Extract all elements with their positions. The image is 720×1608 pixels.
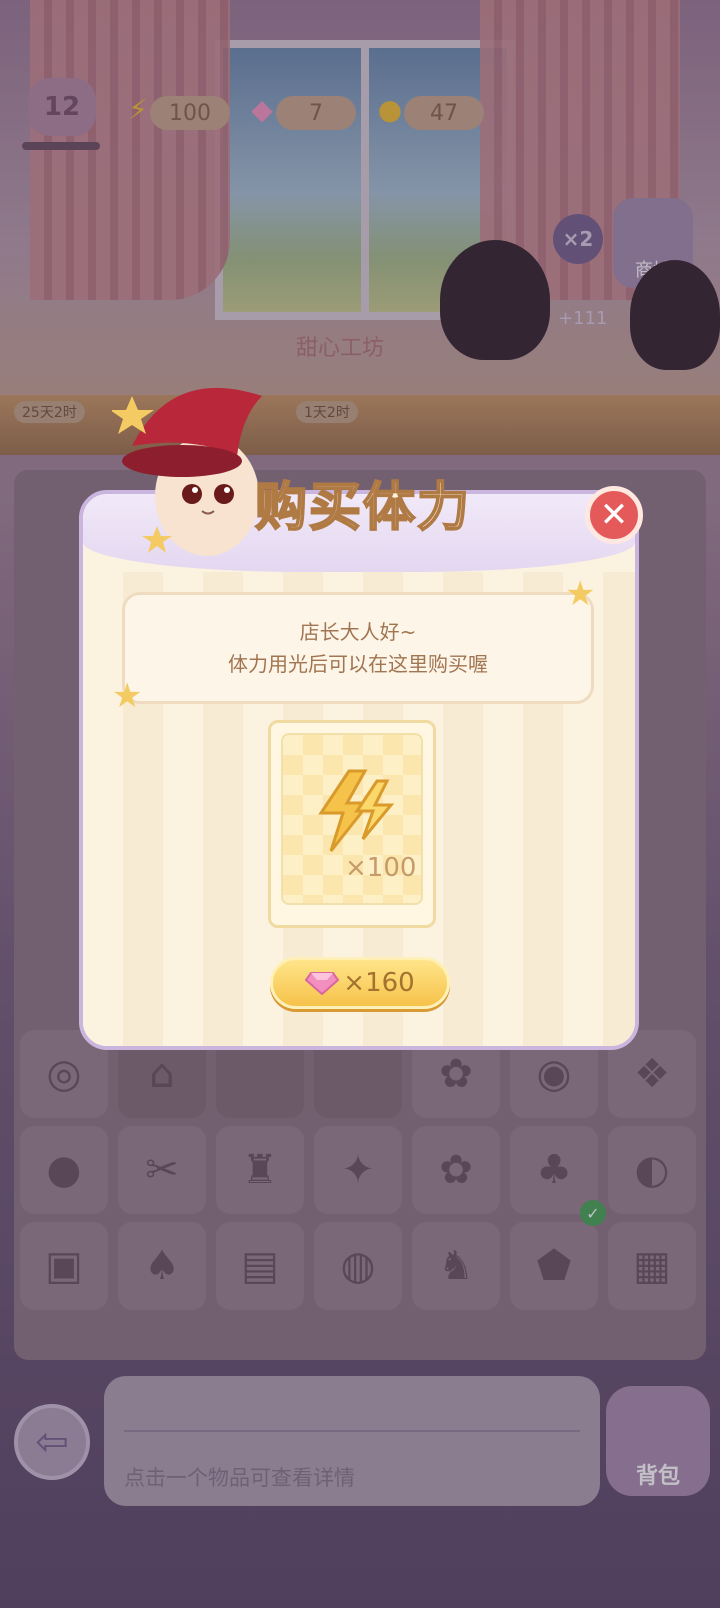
message-box: 店长大人好~ 体力用光后可以在这里购买喔 (122, 592, 594, 704)
price-label: ×160 (343, 968, 415, 998)
message-greeting: 店长大人好~ (299, 620, 417, 644)
item-quantity: ×100 (345, 853, 417, 883)
buy-button[interactable]: ×160 (270, 957, 450, 1009)
close-icon: ✕ (599, 495, 629, 535)
close-button[interactable]: ✕ (585, 486, 643, 544)
modal-title: 购买体力 (254, 477, 472, 539)
pink-gem-icon (305, 972, 340, 995)
energy-pack-card[interactable]: ×100 (268, 720, 436, 928)
star-icon: ★ (112, 676, 143, 716)
message-body: 体力用光后可以在这里购买喔 (228, 652, 488, 676)
energy-pack-image-frame: ×100 (281, 733, 423, 905)
lightning-bolt-icon (318, 769, 395, 852)
star-icon: ★ (565, 574, 596, 614)
